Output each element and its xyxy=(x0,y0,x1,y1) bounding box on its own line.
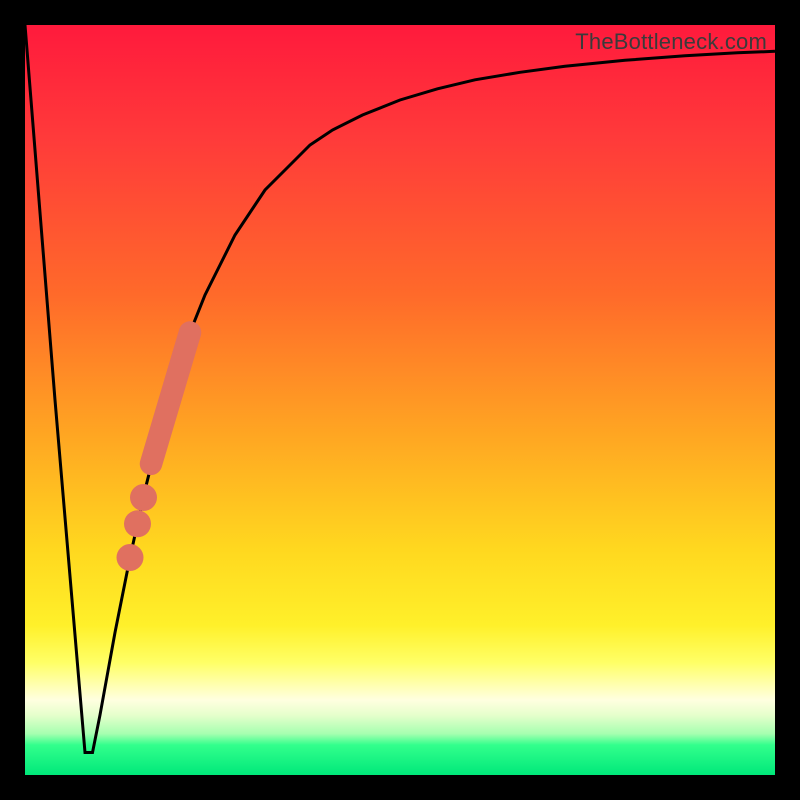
chart-frame: TheBottleneck.com xyxy=(0,0,800,800)
bottleneck-curve xyxy=(25,25,775,753)
marker-group xyxy=(117,333,191,572)
plot-area: TheBottleneck.com xyxy=(25,25,775,775)
outlier-marker xyxy=(124,510,151,537)
outlier-marker xyxy=(130,484,157,511)
outlier-marker xyxy=(117,544,144,571)
curve-layer xyxy=(25,25,775,775)
highlight-segment xyxy=(151,333,190,464)
